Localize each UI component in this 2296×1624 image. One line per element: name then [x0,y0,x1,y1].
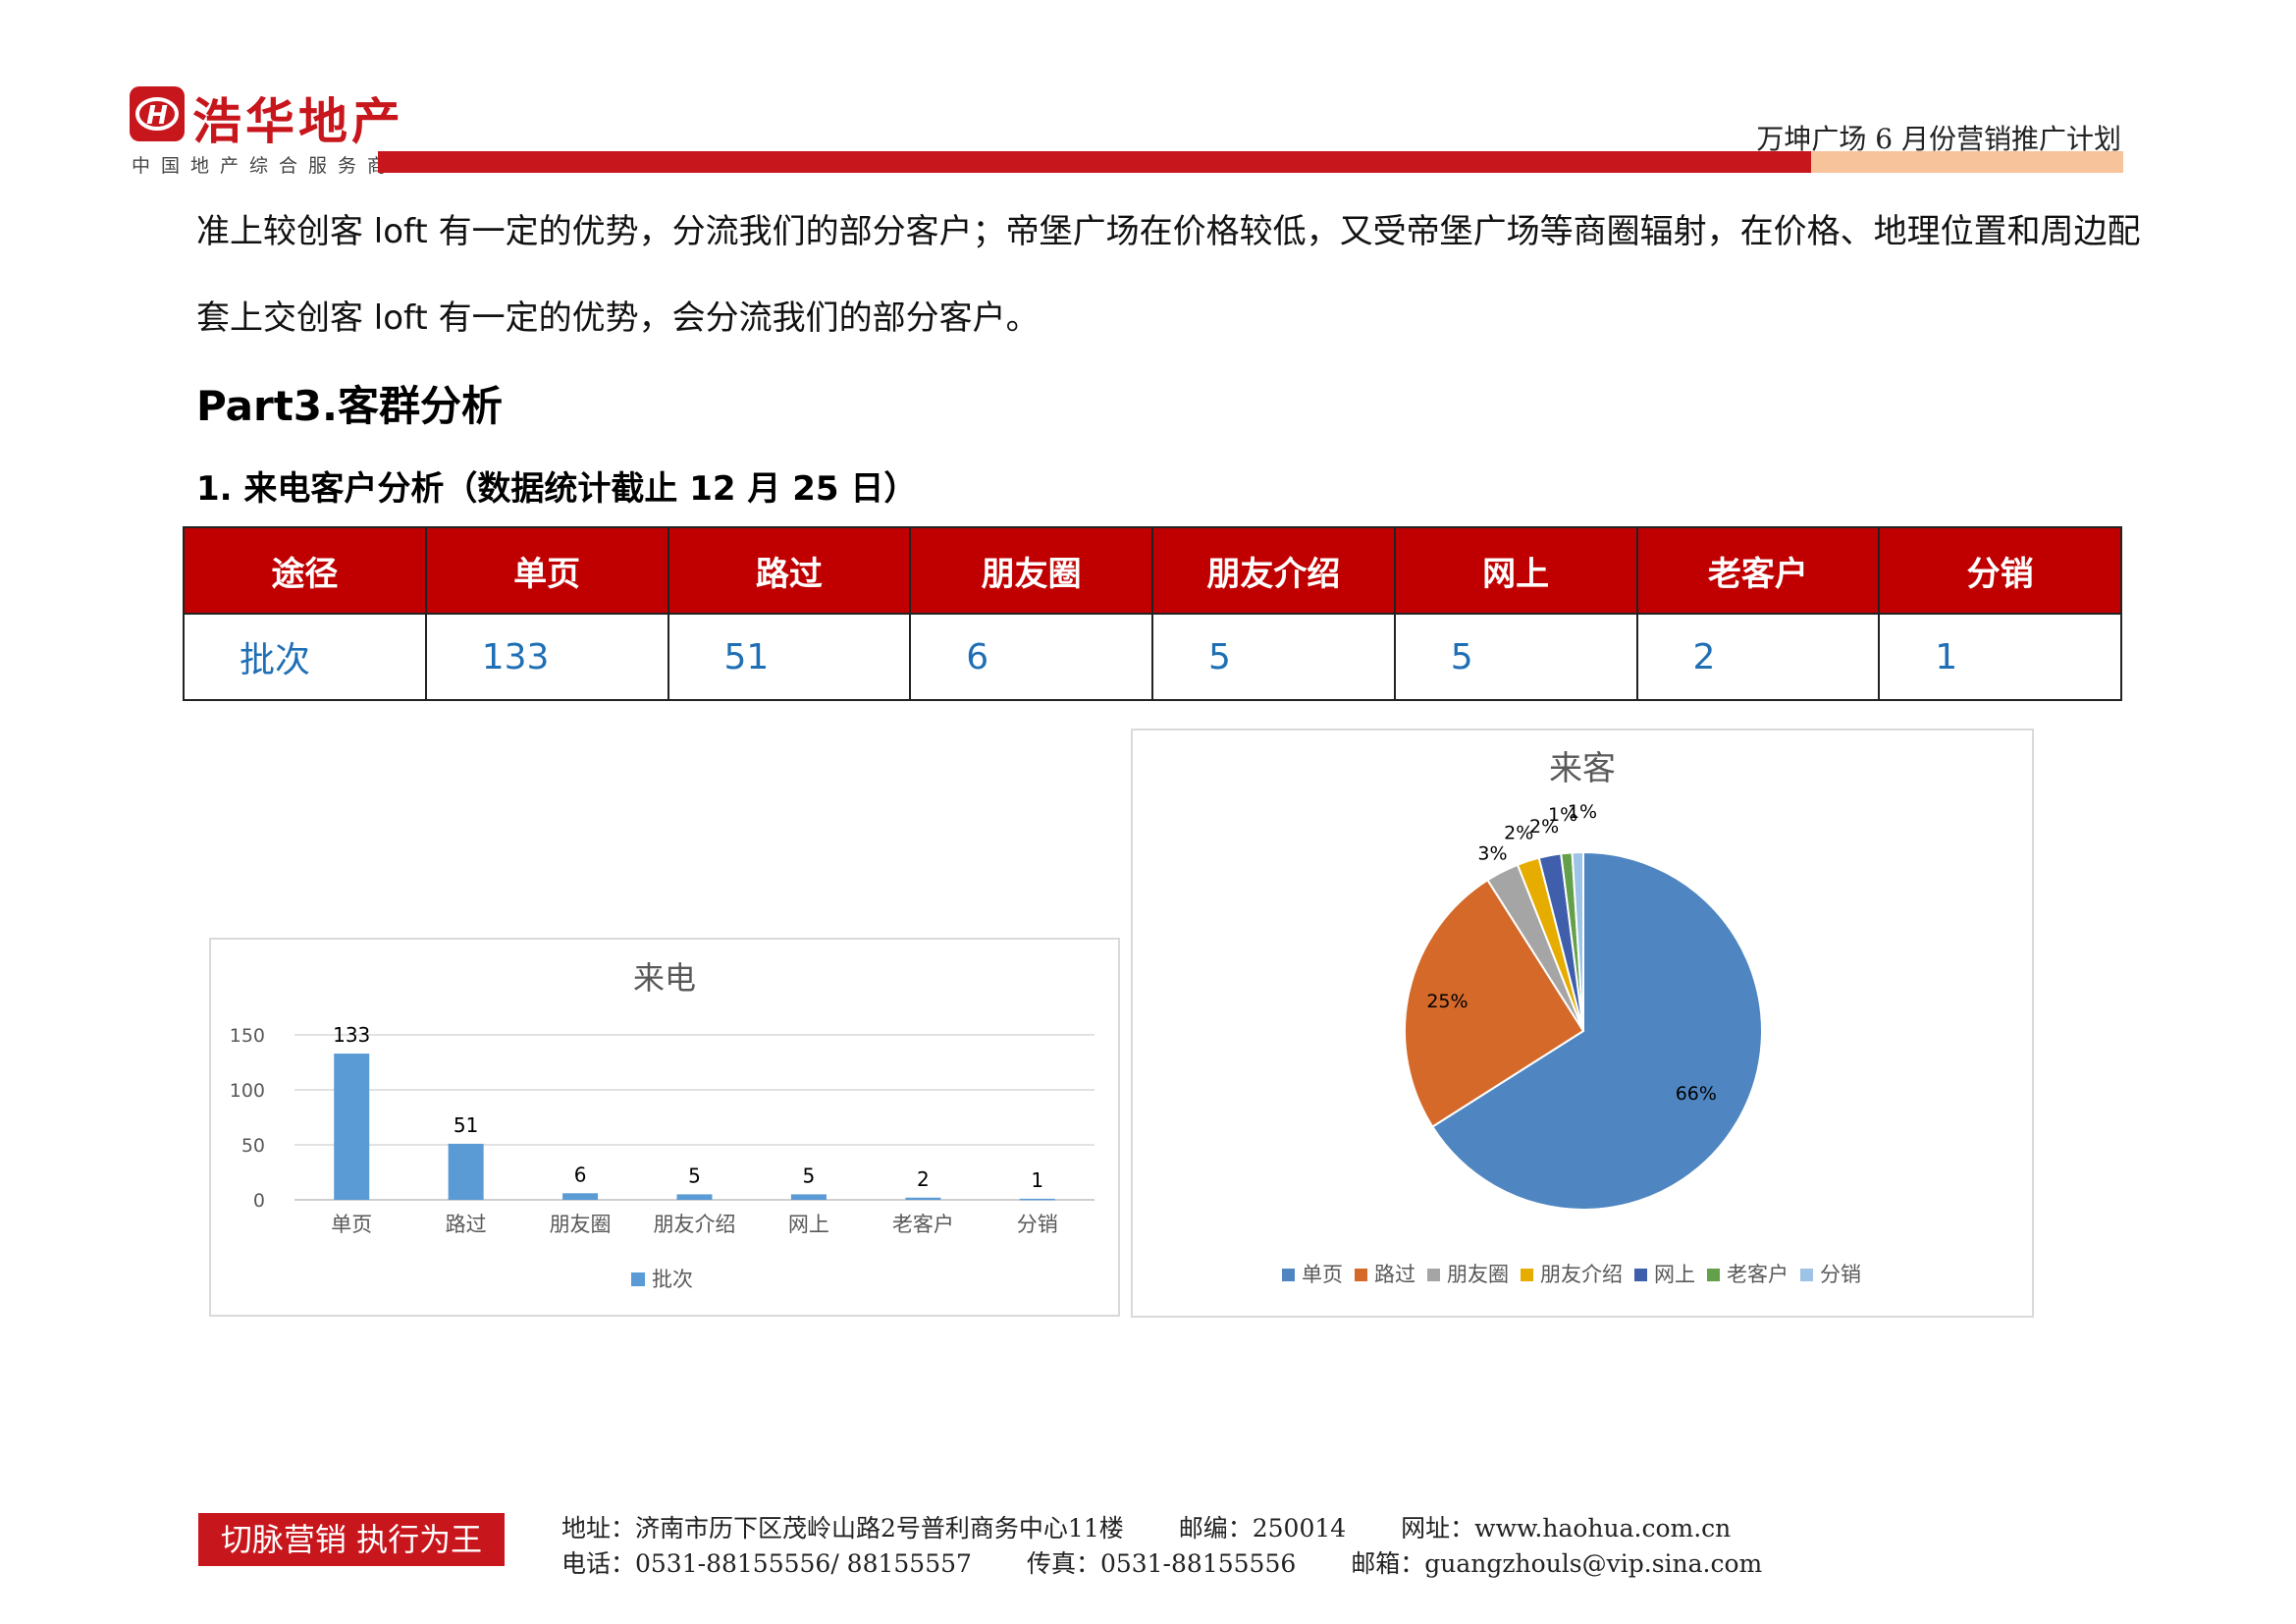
legend-label: 朋友圈 [1447,1263,1509,1286]
table-header-cell: 途径 [183,526,427,615]
pie-chart-panel: 来客 66% 25% 3% 2% 2% 1% 1% 单页 路过 朋友圈 朋友介绍 网上 老客户 分销 [1131,729,2034,1318]
data-label: 3% [1477,842,1507,864]
x-tick-label: 朋友介绍 [654,1213,736,1236]
table-row: 批次 133 51 6 5 5 2 1 [183,613,2122,701]
footer-contact-line-1: 地址：济南市历下区茂岭山路2号普利商务中心11楼 邮编：250014 网址：www.… [561,1509,1786,1544]
data-label: 2 [917,1167,930,1191]
data-label: 1 [1031,1168,1043,1192]
legend-swatch [1800,1269,1813,1281]
logo-icon: H [130,86,185,141]
chart-title: 来客 [1549,749,1616,788]
x-tick-label: 分销 [1017,1213,1058,1236]
table-header-cell: 老客户 [1635,526,1881,615]
data-label: 1% [1568,801,1597,823]
legend-swatch [1282,1269,1295,1281]
table-cell: 1 [1878,613,2122,701]
sub-title: 1. 来电客户分析（数据统计截止 12 月 25 日） [196,469,918,509]
bar [562,1193,599,1200]
table-header-cell: 朋友圈 [909,526,1153,615]
x-tick-label: 老客户 [892,1213,954,1236]
y-tick-label: 50 [241,1135,265,1157]
legend-label: 网上 [1654,1263,1695,1286]
x-tick-label: 单页 [331,1213,372,1236]
x-tick-label: 网上 [788,1213,829,1236]
legend-swatch [1707,1269,1720,1281]
logo-tagline: 中国地产综合服务商 [132,155,398,177]
table-cell: 5 [1151,613,1396,701]
bar [676,1194,713,1200]
section-title: Part3.客群分析 [196,382,503,430]
table-header-cell: 网上 [1393,526,1638,615]
data-label: 66% [1676,1083,1717,1105]
chart-title: 来电 [633,959,696,997]
table-header-cell: 单页 [424,526,669,615]
table-cell: 6 [909,613,1153,701]
paragraph-line-2: 套上交创客 loft 有一定的优势，会分流我们的部分客户。 [196,298,1040,338]
x-tick-label: 路过 [446,1213,487,1236]
table-cell: 5 [1393,613,1638,701]
table-cell: 133 [424,613,669,701]
svg-text:H: H [146,101,168,131]
call-customer-table: 途径 单页 路过 朋友圈 朋友介绍 网上 老客户 分销 批次 133 51 6 … [183,526,2122,701]
table-cell: 51 [667,613,912,701]
legend-swatch [1521,1269,1533,1281]
legend-swatch [1634,1269,1647,1281]
pie-chart: 来客66%25%3%2%2%1%1%单页 路过 朋友圈 朋友介绍 网上 老客户 分销 [1282,749,1861,1286]
y-tick-label: 150 [230,1025,265,1047]
data-label: 5 [803,1164,816,1187]
footer-slogan: 切脉营销 执行为王 [198,1513,505,1566]
y-tick-label: 0 [253,1190,265,1212]
data-label: 51 [454,1113,478,1137]
bar [905,1197,941,1200]
table-cell: 2 [1635,613,1881,701]
bar [334,1054,370,1200]
table-header-cell: 分销 [1878,526,2122,615]
y-tick-label: 100 [230,1080,265,1102]
table-header-cell: 朋友介绍 [1151,526,1396,615]
data-label: 25% [1426,991,1468,1012]
legend-label: 分销 [1820,1263,1861,1286]
logo-name: 浩华地产 [192,93,404,150]
x-tick-label: 朋友圈 [550,1213,612,1236]
bar [448,1143,484,1200]
legend-label: 朋友介绍 [1540,1263,1623,1286]
legend-swatch [631,1272,645,1286]
footer-website[interactable]: 网址：www.haohua.com.cn [1401,1514,1731,1543]
table-header-cell: 路过 [667,526,912,615]
paragraph-line-1: 准上较创客 loft 有一定的优势，分流我们的部分客户；帝堡广场在价格较低，又受… [196,212,2141,251]
legend-label: 单页 [1302,1263,1343,1286]
bar [790,1194,827,1200]
legend-label: 老客户 [1727,1263,1789,1286]
data-label: 6 [574,1163,587,1186]
footer-phone: 电话：0531-88155556/ 88155557 [561,1549,972,1578]
legend-label: 批次 [652,1268,693,1291]
bar [1019,1198,1055,1201]
table-header-row: 途径 单页 路过 朋友圈 朋友介绍 网上 老客户 分销 [183,526,2122,615]
header-bar-red [378,151,1811,173]
footer-address: 地址：济南市历下区茂岭山路2号普利商务中心11楼 [561,1514,1124,1543]
footer-fax: 传真：0531-88155556 [1026,1549,1297,1578]
table-cell: 批次 [183,613,427,701]
legend-swatch [1355,1269,1367,1281]
footer-email[interactable]: 邮箱：guangzhouls@vip.sina.com [1351,1549,1762,1578]
legend-swatch [1427,1269,1440,1281]
legend-label: 路过 [1374,1263,1415,1286]
bar-chart: 来电 0 50 100 150 133 单页 51 路过 6 朋友圈 5 朋友介绍 5 网上 2 老客户 1 分销批… [230,959,1095,1291]
bar-chart-panel: 来电 0 50 100 150 133 单页 51 路过 6 朋友圈 5 朋友介绍 5 网上 2 老客户 1 分销批… [209,938,1120,1317]
data-label: 133 [333,1023,370,1047]
header-bar-accent [1811,151,2123,173]
data-label: 5 [688,1164,701,1187]
footer-postcode: 邮编：250014 [1178,1514,1347,1543]
footer-contact-line-2: 电话：0531-88155556/ 88155557 传真：0531-881555… [561,1544,1817,1580]
